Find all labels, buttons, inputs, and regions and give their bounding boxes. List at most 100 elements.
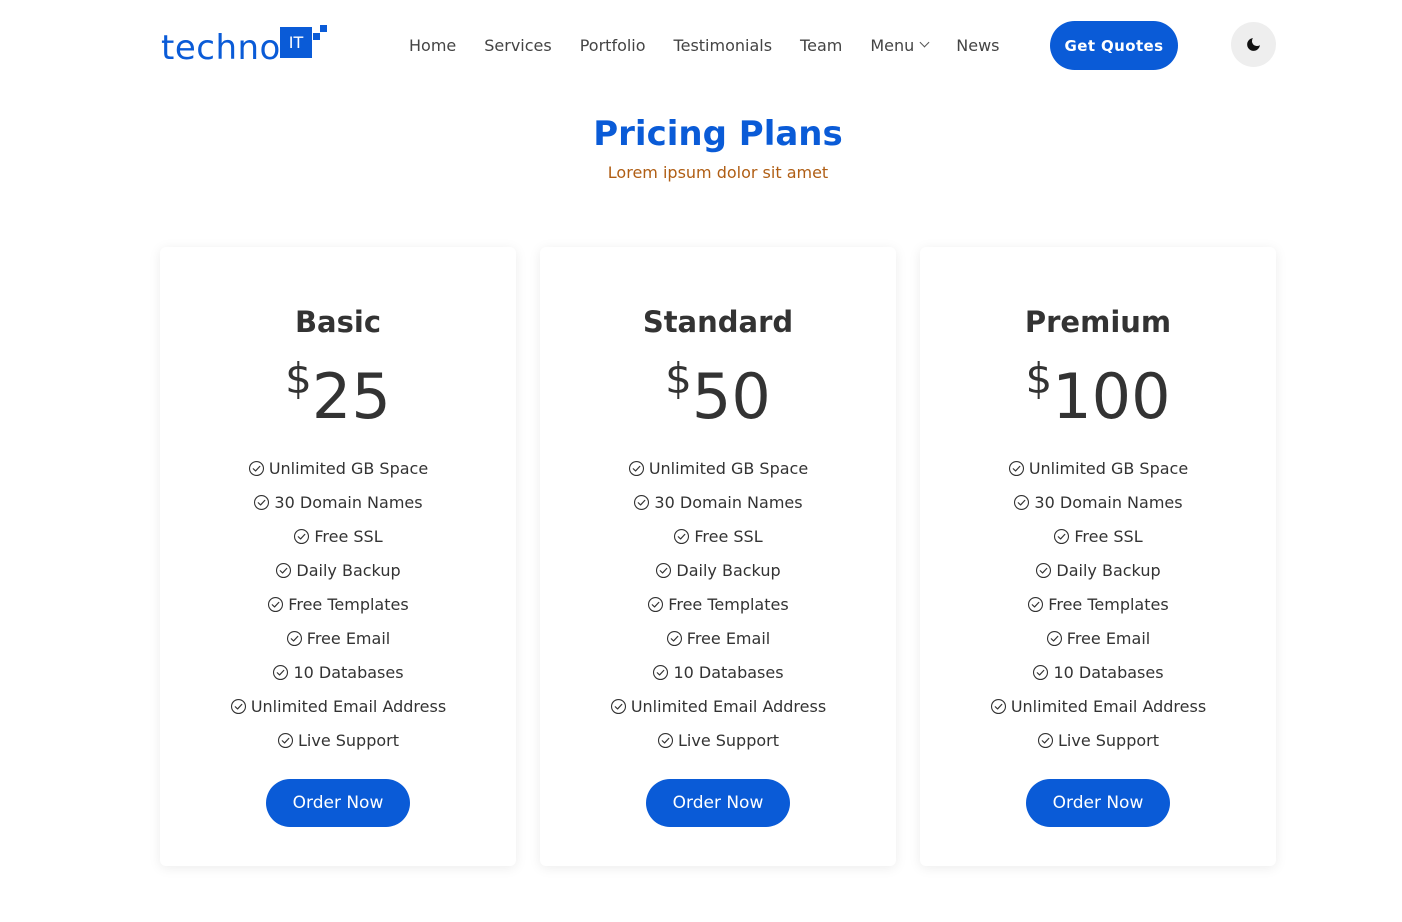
- feature-list: Unlimited GB Space 30 Domain Names Free SS…: [160, 451, 516, 757]
- feature-label: Unlimited GB Space: [648, 458, 809, 478]
- order-now-button[interactable]: Order Now: [266, 779, 410, 827]
- price-amount: 100: [1052, 360, 1171, 433]
- feature-list: Unlimited GB Space 30 Domain Names Free SS…: [540, 451, 896, 757]
- get-quotes-button[interactable]: Get Quotes: [1050, 21, 1178, 70]
- theme-toggle-button[interactable]: [1231, 22, 1276, 67]
- price-currency: $: [285, 354, 312, 403]
- price-amount: 50: [691, 360, 771, 433]
- feature-label: Free SSL: [1074, 526, 1143, 546]
- check-circle-icon: [648, 596, 664, 612]
- nav-home-label: Home: [409, 35, 457, 55]
- nav-testimonials-label: Testimonials: [673, 35, 773, 55]
- chevron-down-icon: [919, 37, 930, 48]
- feature-label: Live Support: [297, 730, 399, 750]
- price-currency: $: [665, 354, 692, 403]
- check-circle-icon: [1046, 630, 1062, 646]
- feature-label: Free Templates: [668, 594, 789, 614]
- brand-name: techno: [161, 28, 281, 68]
- section-title: Pricing Plans: [593, 114, 843, 154]
- feature-label: Unlimited Email Address: [1010, 696, 1207, 716]
- order-now-button[interactable]: Order Now: [646, 779, 790, 827]
- check-circle-icon: [248, 460, 264, 476]
- feature-item: Unlimited GB Space: [540, 451, 896, 485]
- price-currency: $: [1025, 354, 1053, 403]
- logo-square-icon: [320, 25, 327, 32]
- check-circle-icon: [610, 698, 626, 714]
- feature-item: Live Support: [920, 723, 1276, 757]
- nav-home[interactable]: Home: [409, 36, 456, 55]
- nav-team[interactable]: Team: [800, 36, 842, 55]
- plan-name: Basic: [294, 305, 382, 339]
- check-circle-icon: [1033, 664, 1049, 680]
- check-circle-icon: [276, 562, 292, 578]
- pricing-card-standard: Standard $50 Unlimited GB Space 30 Domain…: [540, 247, 896, 866]
- feature-label: Free Email: [686, 628, 771, 648]
- feature-label: Daily Backup: [1056, 560, 1161, 580]
- check-circle-icon: [1008, 460, 1024, 476]
- feature-item: Unlimited Email Address: [920, 689, 1276, 723]
- nav-portfolio[interactable]: Portfolio: [580, 36, 646, 55]
- nav-testimonials[interactable]: Testimonials: [674, 36, 773, 55]
- check-circle-icon: [657, 732, 674, 748]
- feature-list: Unlimited GB Space 30 Domain Names Free SS…: [920, 451, 1276, 757]
- nav-services[interactable]: Services: [484, 36, 551, 55]
- plan-name: Premium: [1024, 305, 1172, 339]
- feature-item: Daily Backup: [160, 553, 516, 587]
- feature-item: Unlimited Email Address: [540, 689, 896, 723]
- feature-item: 10 Databases: [540, 655, 896, 689]
- feature-item: Free Templates: [540, 587, 896, 621]
- check-circle-icon: [656, 562, 672, 578]
- feature-item: Free SSL: [160, 519, 516, 553]
- nav-team-label: Team: [800, 35, 843, 55]
- feature-label: Unlimited GB Space: [268, 458, 429, 478]
- check-circle-icon: [653, 664, 669, 680]
- check-circle-icon: [1028, 596, 1044, 612]
- navbar: techno IT Home Services Portfolio Testim…: [0, 0, 1402, 90]
- main-nav: Home Services Portfolio Testimonials Tea…: [409, 33, 1000, 57]
- check-circle-icon: [674, 528, 690, 544]
- pricing-card-basic: Basic $25 Unlimited GB Space 30 Domain Na…: [160, 247, 516, 866]
- feature-item: 30 Domain Names: [160, 485, 516, 519]
- feature-label: Free SSL: [694, 526, 763, 546]
- feature-item: Daily Backup: [920, 553, 1276, 587]
- price-amount: 25: [311, 360, 391, 433]
- check-circle-icon: [230, 698, 246, 714]
- check-circle-icon: [990, 698, 1006, 714]
- feature-label: Unlimited GB Space: [1028, 458, 1189, 478]
- check-circle-icon: [268, 596, 284, 612]
- check-circle-icon: [1054, 528, 1070, 544]
- feature-item: 30 Domain Names: [920, 485, 1276, 519]
- check-circle-icon: [254, 494, 270, 510]
- brand-logo[interactable]: techno IT: [161, 22, 341, 68]
- order-now-button[interactable]: Order Now: [1026, 779, 1170, 827]
- feature-item: 10 Databases: [920, 655, 1276, 689]
- feature-item: Live Support: [540, 723, 896, 757]
- nav-services-label: Services: [484, 35, 552, 55]
- nav-menu-dropdown[interactable]: Menu: [870, 36, 930, 55]
- feature-item: Free SSL: [920, 519, 1276, 553]
- plan-price: $100: [920, 352, 1276, 428]
- feature-label: Free Templates: [1048, 594, 1169, 614]
- nav-news[interactable]: News: [956, 36, 999, 55]
- check-circle-icon: [286, 630, 302, 646]
- feature-item: Free SSL: [540, 519, 896, 553]
- feature-item: Free Email: [160, 621, 516, 655]
- check-circle-icon: [634, 494, 650, 510]
- check-circle-icon: [628, 460, 644, 476]
- check-circle-icon: [1014, 494, 1030, 510]
- feature-item: Unlimited Email Address: [160, 689, 516, 723]
- feature-item: Free Templates: [160, 587, 516, 621]
- feature-label: Live Support: [677, 730, 779, 750]
- feature-label: Free SSL: [314, 526, 383, 546]
- feature-label: Free Email: [306, 628, 391, 648]
- feature-label: 30 Domain Names: [654, 492, 803, 512]
- feature-label: 30 Domain Names: [1034, 492, 1183, 512]
- logo-square-icon: [313, 33, 320, 40]
- feature-item: 10 Databases: [160, 655, 516, 689]
- nav-portfolio-label: Portfolio: [579, 35, 646, 55]
- feature-label: Daily Backup: [676, 560, 781, 580]
- section-subtitle: Lorem ipsum dolor sit amet: [607, 163, 829, 182]
- check-circle-icon: [1036, 562, 1052, 578]
- nav-news-label: News: [956, 35, 1000, 55]
- feature-label: Unlimited Email Address: [630, 696, 827, 716]
